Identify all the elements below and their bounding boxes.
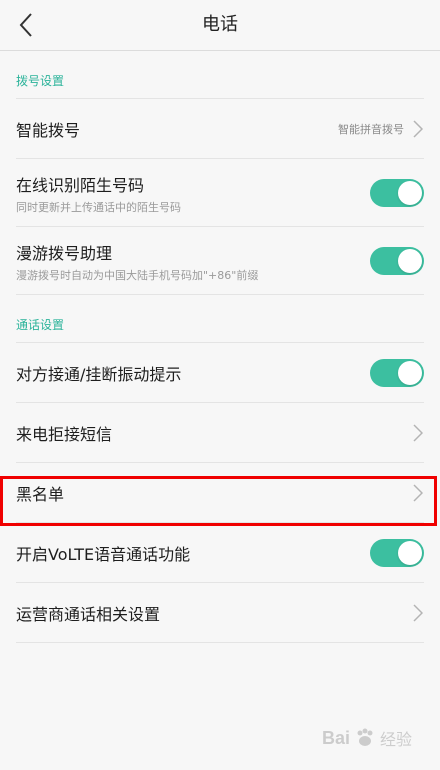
row-value: 智能拼音拨号 [338, 123, 404, 136]
watermark-brand: Bai [321, 727, 350, 748]
section-header-dial: 拨号设置 [0, 51, 440, 99]
row-title: 来电拒接短信 [16, 425, 113, 444]
row-title: 智能拨号 [16, 121, 81, 140]
row-roaming-assistant: 漫游拨号助理 漫游拨号时自动为中国大陆手机号码加"+86"前缀 [0, 227, 440, 295]
row-subtitle: 漫游拨号时自动为中国大陆手机号码加"+86"前缀 [16, 268, 259, 282]
chevron-right-icon [412, 424, 424, 442]
row-connect-vibrate: 对方接通/挂断振动提示 [0, 343, 440, 403]
volte-toggle[interactable] [370, 539, 424, 567]
toggle-knob [398, 361, 422, 385]
row-title: 开启VoLTE语音通话功能 [16, 545, 191, 564]
watermark-sub: 经验 [379, 730, 412, 749]
section-label-dial: 拨号设置 [16, 74, 65, 88]
app-header: 电话 [0, 0, 440, 51]
row-title: 运营商通话相关设置 [16, 605, 161, 624]
row-title: 黑名单 [16, 485, 65, 504]
online-identify-toggle[interactable] [370, 179, 424, 207]
row-title: 对方接通/挂断振动提示 [16, 365, 182, 384]
row-online-identify: 在线识别陌生号码 同时更新并上传通话中的陌生号码 [0, 159, 440, 227]
page-title: 电话 [202, 14, 238, 35]
toggle-knob [398, 249, 422, 273]
row-volte: 开启VoLTE语音通话功能 [0, 523, 440, 583]
row-subtitle: 同时更新并上传通话中的陌生号码 [16, 200, 181, 214]
row-carrier-settings[interactable]: 运营商通话相关设置 [0, 583, 440, 643]
row-title: 在线识别陌生号码 [16, 175, 145, 195]
settings-list: 拨号设置 智能拨号 智能拼音拨号 在线识别陌生号码 同时更新并上传通话中的陌生号… [0, 51, 440, 643]
row-reject-sms[interactable]: 来电拒接短信 [0, 403, 440, 463]
connect-vibrate-toggle[interactable] [370, 359, 424, 387]
chevron-right-icon [412, 484, 424, 502]
chevron-right-icon [412, 120, 424, 138]
baidu-watermark: Bai 经验 [322, 726, 412, 750]
row-smart-dial[interactable]: 智能拨号 智能拼音拨号 [0, 99, 440, 159]
section-label-call: 通话设置 [16, 318, 65, 332]
chevron-right-icon [412, 604, 424, 622]
paw-icon [357, 728, 373, 746]
divider [16, 642, 424, 643]
toggle-knob [398, 541, 422, 565]
section-header-call: 通话设置 [0, 295, 440, 343]
toggle-knob [398, 181, 422, 205]
row-blacklist[interactable]: 黑名单 [0, 463, 440, 523]
roaming-assistant-toggle[interactable] [370, 247, 424, 275]
row-title: 漫游拨号助理 [16, 243, 113, 263]
